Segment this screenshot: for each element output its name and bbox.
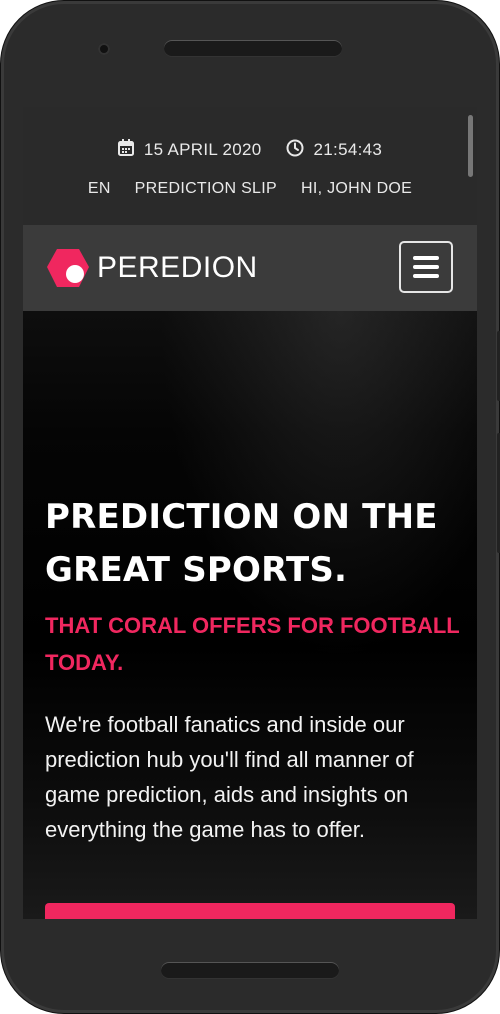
- hero-title: PREDICTION ON THE GREAT SPORTS.: [45, 497, 438, 590]
- hamburger-icon-line: [413, 256, 439, 260]
- cta-button[interactable]: [45, 903, 455, 919]
- brand-name: PEREDION: [97, 251, 258, 284]
- time-display: 21:54:43: [286, 139, 383, 162]
- hero-description: We're football fanatics and inside our p…: [45, 712, 414, 842]
- hamburger-menu-button[interactable]: [399, 241, 453, 293]
- top-info-bar: 15 APRIL 2020 21:54:43 EN PREDICTION SLI…: [23, 107, 477, 225]
- top-speaker: [164, 40, 342, 56]
- hero-section: PREDICTION ON THE GREAT SPORTS. THAT COR…: [23, 311, 477, 919]
- front-camera: [98, 43, 110, 55]
- screen: 15 APRIL 2020 21:54:43 EN PREDICTION SLI…: [23, 107, 477, 919]
- phone-frame: 15 APRIL 2020 21:54:43 EN PREDICTION SLI…: [0, 0, 500, 1014]
- bottom-speaker: [161, 962, 339, 978]
- calendar-icon: [117, 139, 134, 161]
- hamburger-icon-line: [413, 265, 439, 269]
- hero-subtitle: THAT CORAL OFFERS FOR FOOTBALL TODAY.: [45, 613, 460, 675]
- time-text: 21:54:43: [313, 140, 383, 159]
- brand-logo-mark: [47, 249, 89, 287]
- brand-logo[interactable]: PEREDION: [45, 245, 258, 291]
- prediction-slip-link[interactable]: PREDICTION SLIP: [135, 180, 277, 198]
- clock-icon: [286, 139, 304, 162]
- user-links-row: EN PREDICTION SLIP HI, JOHN DOE: [23, 177, 477, 201]
- date-display: 15 APRIL 2020: [117, 139, 262, 161]
- hamburger-icon-line: [413, 274, 439, 278]
- user-greeting-link[interactable]: HI, JOHN DOE: [301, 180, 412, 198]
- date-text: 15 APRIL 2020: [143, 140, 262, 159]
- date-time-row: 15 APRIL 2020 21:54:43: [23, 137, 477, 163]
- navbar: PEREDION: [23, 225, 477, 311]
- language-selector[interactable]: EN: [88, 180, 111, 198]
